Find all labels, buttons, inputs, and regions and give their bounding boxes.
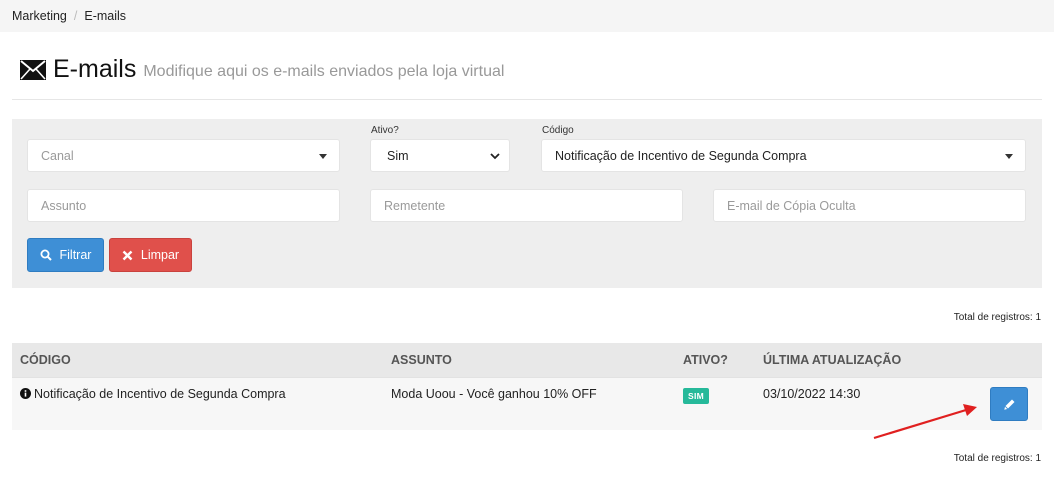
clear-button[interactable]: Limpar bbox=[109, 238, 192, 272]
ativo-select[interactable]: Sim bbox=[370, 139, 510, 172]
codigo-select-value: Notificação de Incentivo de Segunda Comp… bbox=[555, 148, 807, 163]
canal-select[interactable]: Canal bbox=[27, 139, 340, 172]
header-divider bbox=[12, 99, 1042, 100]
row-codigo-cell: Notificação de Incentivo de Segunda Comp… bbox=[20, 387, 286, 401]
canal-select-placeholder: Canal bbox=[41, 148, 74, 163]
remetente-input-placeholder: Remetente bbox=[384, 198, 446, 213]
pencil-icon bbox=[1003, 399, 1014, 410]
page-title: E-mails bbox=[53, 55, 137, 83]
codigo-label: Código bbox=[542, 125, 574, 136]
ativo-label: Ativo? bbox=[371, 125, 399, 136]
row-codigo-text: Notificação de Incentivo de Segunda Comp… bbox=[34, 387, 286, 401]
ativo-select-value: Sim bbox=[387, 148, 409, 163]
breadcrumb-separator: / bbox=[73, 9, 78, 23]
breadcrumb-emails: E-mails bbox=[84, 9, 127, 23]
caret-down-icon bbox=[319, 154, 327, 159]
column-header-assunto[interactable]: ASSUNTO bbox=[391, 353, 452, 367]
row-assunto-cell: Moda Uoou - Você ganhou 10% OFF bbox=[391, 387, 597, 401]
bcc-email-input[interactable]: E-mail de Cópia Oculta bbox=[713, 189, 1026, 222]
table-row: Notificação de Incentivo de Segunda Comp… bbox=[12, 377, 1042, 430]
row-updated-cell: 03/10/2022 14:30 bbox=[763, 387, 861, 401]
close-icon bbox=[122, 250, 133, 260]
page-subtitle: Modifique aqui os e-mails enviados pela … bbox=[143, 63, 505, 80]
info-circle-icon bbox=[20, 388, 31, 399]
search-icon bbox=[40, 249, 52, 261]
page-header: E-mails Modifique aqui os e-mails enviad… bbox=[20, 54, 504, 84]
total-records-bottom: Total de registros: 1 bbox=[953, 453, 1041, 464]
codigo-select[interactable]: Notificação de Incentivo de Segunda Comp… bbox=[541, 139, 1026, 172]
filter-panel: Canal Ativo? Sim Código Notificação de I… bbox=[12, 119, 1042, 288]
column-header-codigo[interactable]: CÓDIGO bbox=[20, 353, 71, 367]
column-header-ultima-atualizacao[interactable]: ÚLTIMA ATUALIZAÇÃO bbox=[763, 353, 901, 367]
caret-down-icon bbox=[1005, 154, 1013, 159]
table-header: CÓDIGO ASSUNTO ATIVO? ÚLTIMA ATUALIZAÇÃO bbox=[12, 343, 1042, 377]
assunto-input[interactable]: Assunto bbox=[27, 189, 340, 222]
assunto-input-placeholder: Assunto bbox=[41, 198, 87, 213]
breadcrumb: Marketing / E-mails bbox=[0, 0, 1054, 32]
emails-table: CÓDIGO ASSUNTO ATIVO? ÚLTIMA ATUALIZAÇÃO… bbox=[12, 343, 1042, 430]
remetente-input[interactable]: Remetente bbox=[370, 189, 683, 222]
edit-button[interactable] bbox=[990, 387, 1028, 421]
filter-button[interactable]: Filtrar bbox=[27, 238, 104, 272]
bcc-email-input-placeholder: E-mail de Cópia Oculta bbox=[727, 198, 856, 213]
envelope-icon bbox=[20, 60, 46, 80]
page: Marketing / E-mails E-mails Modifique aq… bbox=[0, 0, 1054, 482]
filter-button-label: Filtrar bbox=[59, 248, 92, 262]
clear-button-label: Limpar bbox=[140, 248, 180, 262]
breadcrumb-marketing[interactable]: Marketing bbox=[12, 9, 67, 23]
chevron-down-icon bbox=[490, 153, 500, 160]
column-header-ativo[interactable]: ATIVO? bbox=[683, 353, 728, 367]
status-badge: SIM bbox=[683, 388, 710, 404]
total-records-top: Total de registros: 1 bbox=[953, 312, 1041, 323]
